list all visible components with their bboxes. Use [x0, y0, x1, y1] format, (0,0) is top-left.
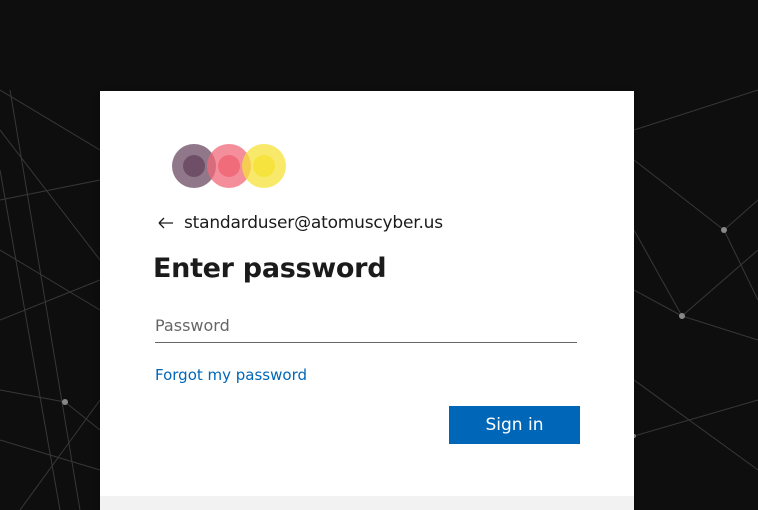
forgot-password-link[interactable]: Forgot my password: [155, 366, 307, 384]
password-input[interactable]: [155, 308, 577, 343]
identity-email: standarduser@atomuscyber.us: [184, 213, 443, 233]
sign-in-button[interactable]: Sign in: [449, 406, 580, 444]
logo-circle-inner: [183, 155, 205, 177]
sign-in-card: standarduser@atomuscyber.us Enter passwo…: [100, 91, 634, 510]
logo-circle-inner: [218, 155, 240, 177]
company-logo: [172, 144, 286, 188]
page-title: Enter password: [153, 253, 387, 284]
back-arrow-icon[interactable]: [158, 215, 176, 231]
card-footer: [100, 496, 634, 510]
logo-circle-inner: [253, 155, 275, 177]
identity-banner[interactable]: standarduser@atomuscyber.us: [158, 211, 443, 235]
